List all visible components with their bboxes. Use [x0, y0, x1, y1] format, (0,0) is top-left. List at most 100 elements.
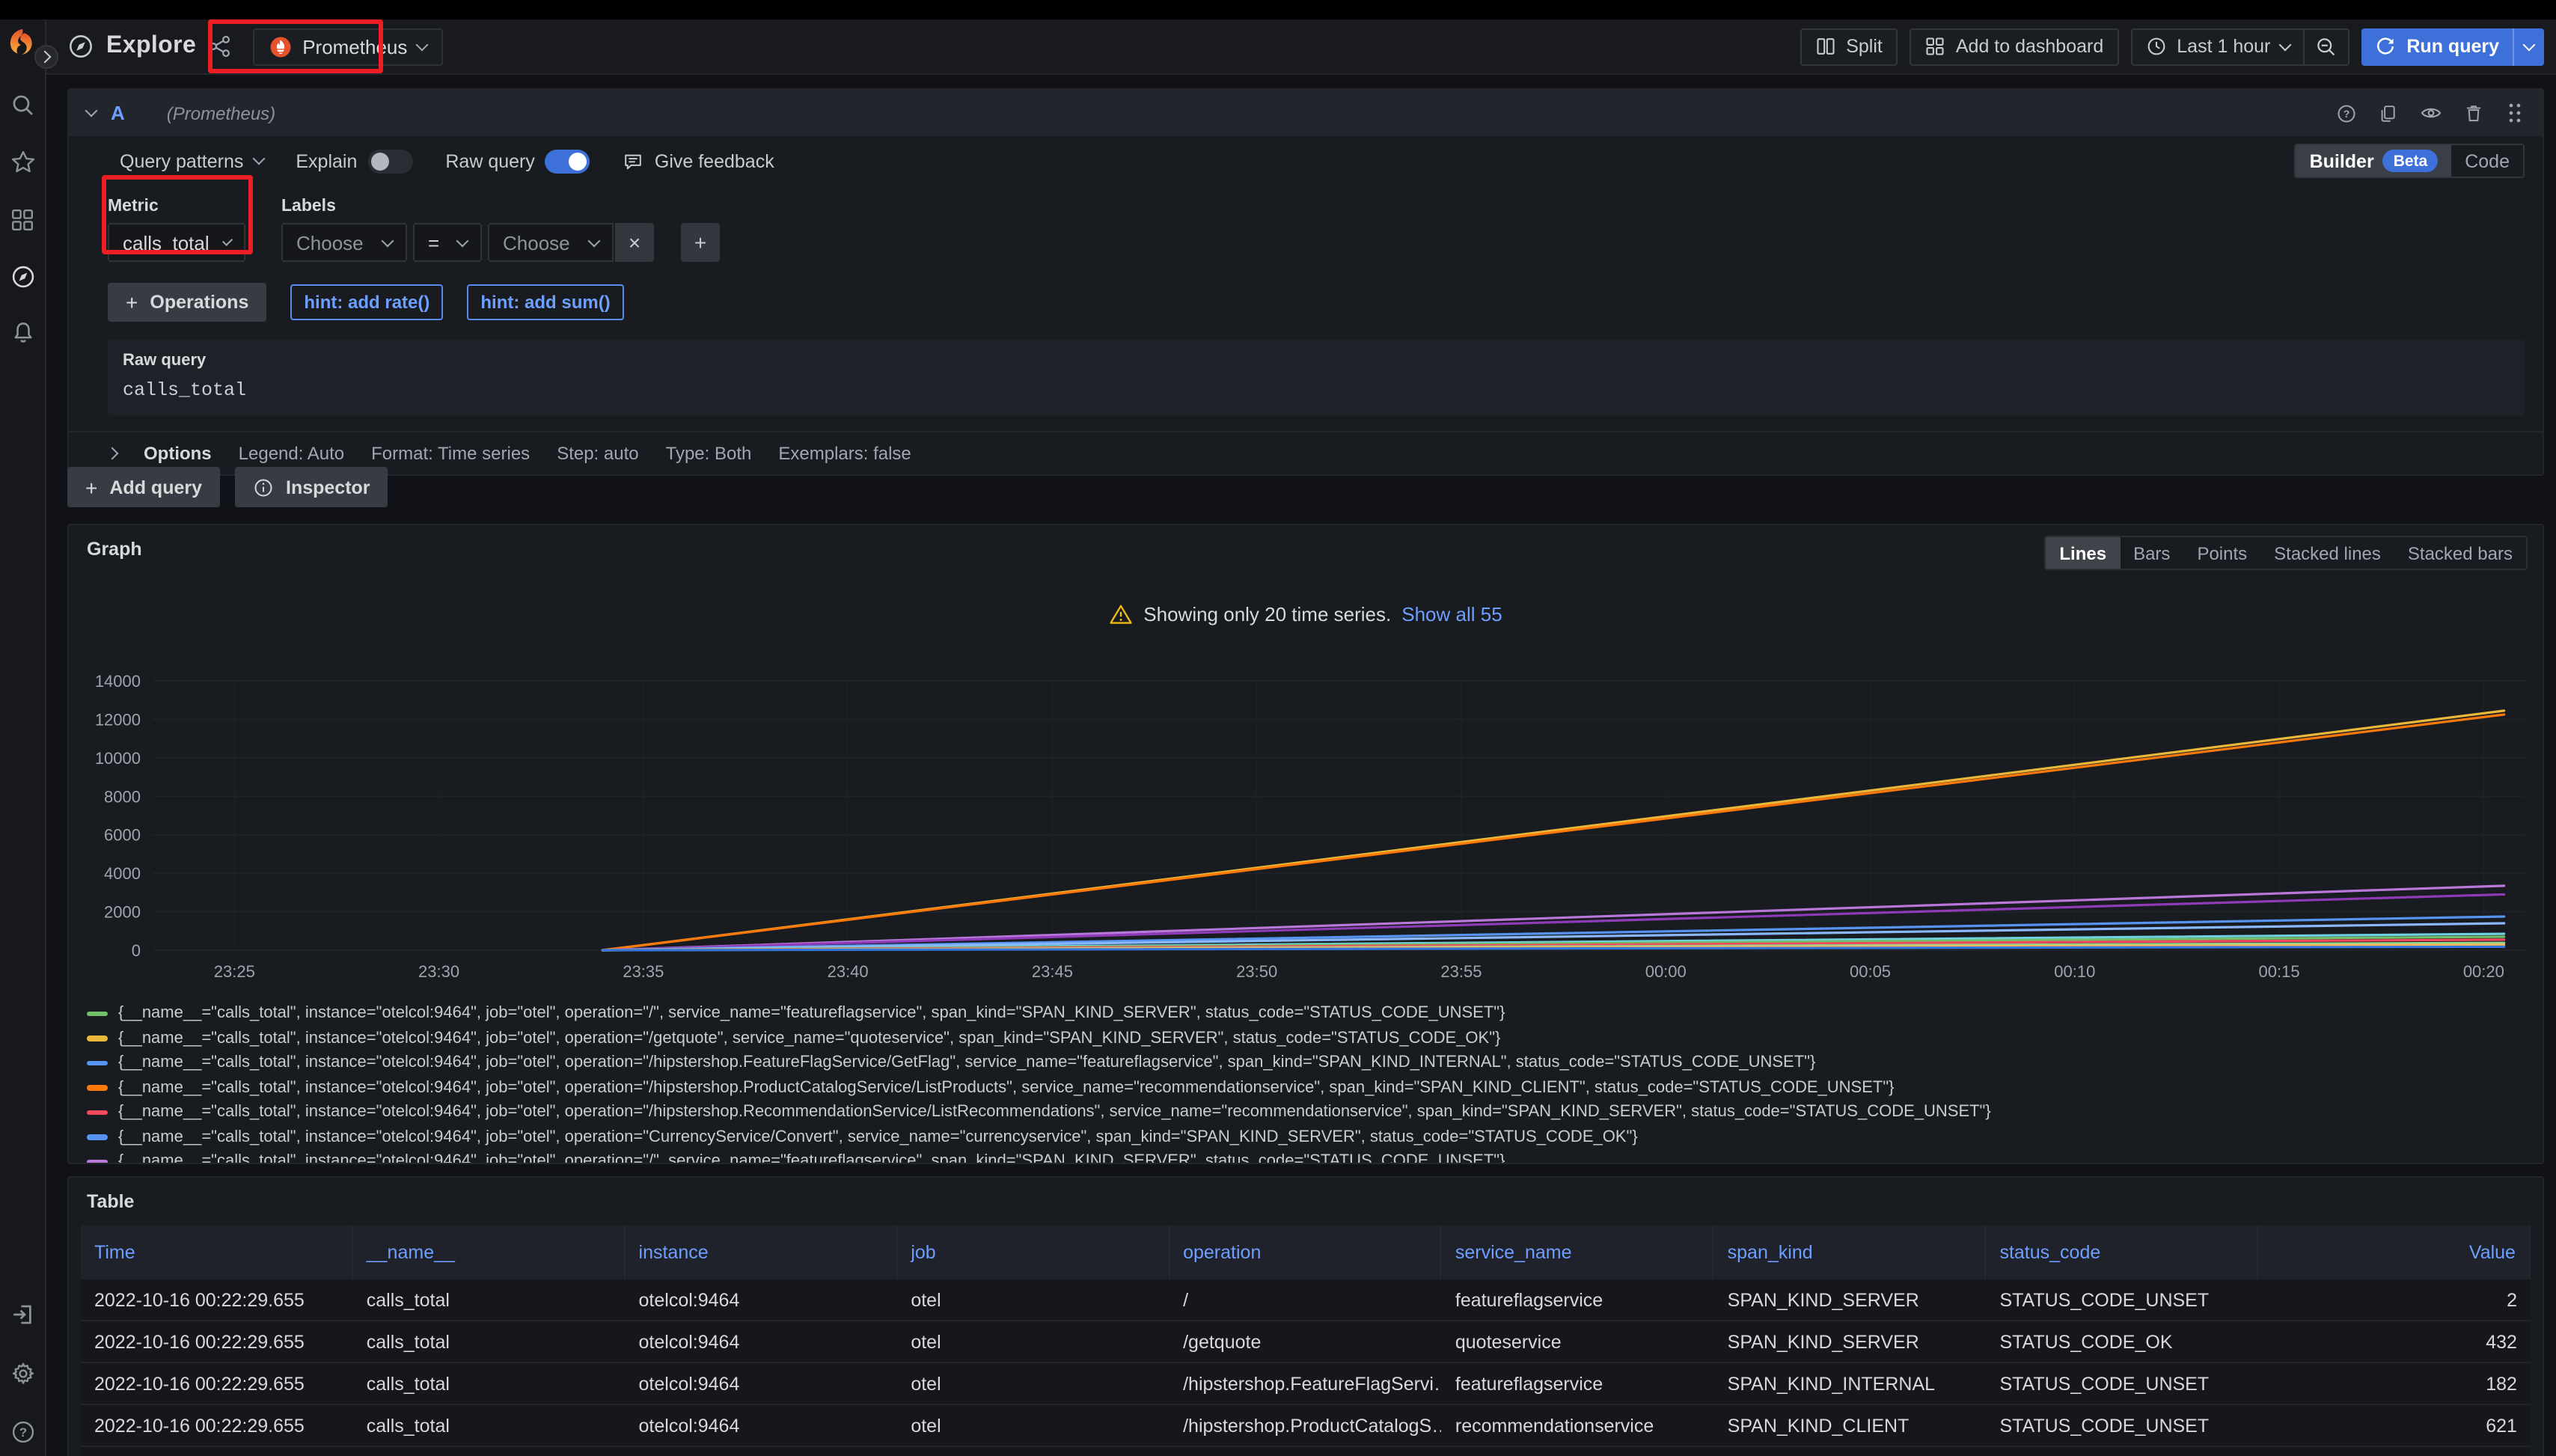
table-column-header[interactable]: __name__	[353, 1226, 626, 1279]
graph-mode-bars[interactable]: Bars	[2120, 537, 2183, 569]
gear-icon[interactable]	[10, 1360, 36, 1386]
share-icon[interactable]	[208, 34, 232, 58]
split-button[interactable]: Split	[1800, 28, 1898, 65]
table-cell: otel	[897, 1279, 1170, 1320]
graph-mode-points[interactable]: Points	[2183, 537, 2260, 569]
legend-item[interactable]: {__name__="calls_total", instance="otelc…	[87, 1125, 2531, 1149]
raw-query-value: calls_total	[123, 380, 2510, 401]
magnifier-minus-icon	[2315, 35, 2338, 58]
sync-icon	[2375, 36, 2396, 57]
time-range-label: Last 1 hour	[2177, 36, 2270, 57]
legend-item[interactable]: {__name__="calls_total", instance="otelc…	[87, 1100, 2531, 1125]
graph-mode-stacked-bars[interactable]: Stacked bars	[2394, 537, 2526, 569]
legend-series-color	[87, 1085, 108, 1090]
legend-item[interactable]: {__name__="calls_total", instance="otelc…	[87, 1075, 2531, 1100]
table-column-header[interactable]: span_kind	[1714, 1226, 1987, 1279]
remove-label-filter-button[interactable]: ×	[615, 223, 654, 262]
table-column-header[interactable]: service_name	[1442, 1226, 1714, 1279]
table-cell: 2022-10-16 00:22:29.655	[81, 1363, 353, 1404]
time-range-picker[interactable]: Last 1 hour	[2130, 28, 2303, 65]
table-cell: /getquote	[1170, 1321, 1442, 1362]
builder-tab[interactable]: Builder Beta	[2296, 145, 2452, 177]
help-icon[interactable]: ?	[10, 1419, 36, 1444]
label-operator-select[interactable]: =	[413, 223, 482, 262]
table-cell: otelcol:9464	[626, 1405, 898, 1446]
explore-compass-icon[interactable]	[10, 263, 35, 289]
svg-text:23:30: 23:30	[418, 962, 459, 981]
alerting-bell-icon[interactable]	[10, 320, 35, 346]
query-toolbar: Query patterns Explain Raw query Give fe…	[69, 136, 2543, 186]
sign-in-icon[interactable]	[10, 1302, 36, 1327]
chevron-down-icon	[2523, 38, 2536, 51]
search-icon[interactable]	[10, 93, 35, 118]
legend-series-label: {__name__="calls_total", instance="otelc…	[118, 1104, 1991, 1122]
sidebar-expand-button[interactable]	[34, 45, 58, 69]
zoom-out-time-button[interactable]	[2303, 28, 2349, 65]
table-row: 2022-10-16 00:22:29.655calls_totalotelco…	[81, 1279, 2531, 1321]
svg-text:?: ?	[19, 1425, 27, 1439]
legend-item[interactable]: {__name__="calls_total", instance="otelc…	[87, 1149, 2531, 1163]
label-key-select[interactable]: Choose	[281, 223, 407, 262]
add-query-label: Add query	[109, 477, 202, 498]
metric-value: calls_total	[123, 231, 210, 254]
table-column-header[interactable]: status_code	[1986, 1226, 2258, 1279]
legend-item[interactable]: {__name__="calls_total", instance="otelc…	[87, 1026, 2531, 1050]
hide-query-eye-icon[interactable]	[2420, 102, 2442, 124]
add-to-dashboard-label: Add to dashboard	[1956, 36, 2103, 57]
table-cell: otelcol:9464	[626, 1447, 898, 1456]
show-all-series-link[interactable]: Show all 55	[1401, 603, 1502, 625]
option-type: Type: Both	[666, 443, 752, 464]
give-feedback-link[interactable]: Give feedback	[623, 150, 774, 171]
table-cell: STATUS_CODE_UNSET	[1986, 1447, 2258, 1456]
table-column-header[interactable]: job	[897, 1226, 1170, 1279]
table-column-header[interactable]: operation	[1170, 1226, 1442, 1279]
add-to-dashboard-button[interactable]: Add to dashboard	[1910, 28, 2118, 65]
graph-mode-lines[interactable]: Lines	[2046, 537, 2120, 569]
legend-item[interactable]: {__name__="calls_total", instance="otelc…	[87, 1001, 2531, 1026]
time-series-chart[interactable]: 23:2523:3023:3523:4023:4523:5023:5500:00…	[81, 669, 2534, 989]
operations-label: Operations	[150, 292, 248, 313]
dashboards-icon[interactable]	[10, 207, 35, 232]
raw-query-toggle[interactable]	[545, 149, 590, 173]
collapse-chevron-icon[interactable]	[85, 105, 98, 117]
copy-query-icon[interactable]	[2378, 103, 2399, 123]
query-help-icon[interactable]: ?	[2336, 103, 2357, 123]
legend-series-color	[87, 1159, 108, 1163]
legend-series-color	[87, 1134, 108, 1140]
legend-series-color	[87, 1110, 108, 1115]
explain-toggle[interactable]	[367, 149, 412, 173]
table-column-header[interactable]: Value	[2258, 1226, 2531, 1279]
legend-item[interactable]: {__name__="calls_total", instance="otelc…	[87, 1050, 2531, 1075]
metric-select[interactable]: calls_total	[108, 223, 245, 262]
svg-text:00:05: 00:05	[1850, 962, 1891, 981]
code-label: Code	[2465, 150, 2510, 171]
code-tab[interactable]: Code	[2451, 145, 2523, 177]
inspector-button[interactable]: Inspector	[235, 467, 388, 507]
label-value-select[interactable]: Choose	[488, 223, 614, 262]
inspector-label: Inspector	[286, 477, 370, 498]
builder-code-switch: Builder Beta Code	[2295, 144, 2525, 178]
table-cell: SPAN_KIND_INTERNAL	[1714, 1363, 1987, 1404]
query-row-header[interactable]: A (Prometheus) ?	[69, 90, 2543, 136]
query-patterns-dropdown[interactable]: Query patterns	[120, 150, 263, 171]
query-options-row[interactable]: Options Legend: Auto Format: Time series…	[69, 431, 2543, 474]
hint-add-rate-button[interactable]: hint: add rate()	[290, 284, 443, 320]
datasource-picker[interactable]: Prometheus	[253, 28, 443, 65]
table-column-header[interactable]: instance	[626, 1226, 898, 1279]
delete-query-trash-icon[interactable]	[2463, 103, 2484, 123]
table-body: 2022-10-16 00:22:29.655calls_totalotelco…	[81, 1279, 2531, 1456]
legend-series-color	[87, 1060, 108, 1065]
graph-mode-stacked-lines[interactable]: Stacked lines	[2260, 537, 2394, 569]
hint-add-sum-button[interactable]: hint: add sum()	[467, 284, 623, 320]
starred-icon[interactable]	[10, 150, 35, 175]
run-query-dropdown-button[interactable]	[2513, 28, 2544, 65]
chevron-down-icon	[456, 234, 469, 247]
drag-handle-icon[interactable]	[2505, 102, 2525, 124]
table-cell: otel	[897, 1405, 1170, 1446]
add-query-button[interactable]: + Add query	[67, 467, 220, 507]
table-column-header[interactable]: Time	[81, 1226, 353, 1279]
add-label-filter-button[interactable]: +	[681, 223, 720, 262]
run-query-button[interactable]: Run query	[2361, 28, 2513, 65]
add-operation-button[interactable]: + Operations	[108, 283, 266, 322]
table-row: 2022-10-16 00:22:29.655calls_totalotelco…	[81, 1363, 2531, 1405]
